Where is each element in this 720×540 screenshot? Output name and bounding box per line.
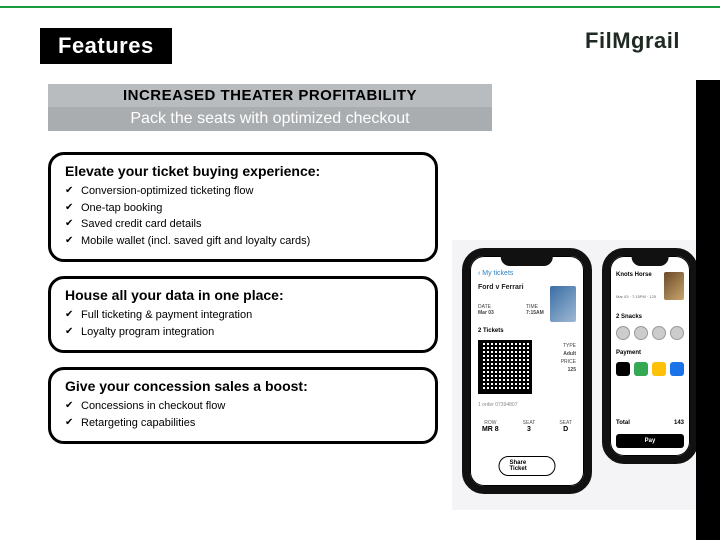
phone-notch bbox=[501, 256, 553, 266]
slide-accent-bar bbox=[696, 80, 720, 540]
pay-icon bbox=[634, 362, 648, 376]
banner-subtitle: Pack the seats with optimized checkout bbox=[48, 107, 492, 131]
snack-avatars bbox=[616, 326, 684, 340]
pay-button: Pay bbox=[616, 434, 684, 448]
feature-cards: Elevate your ticket buying experience: C… bbox=[48, 152, 438, 458]
top-rule bbox=[0, 6, 720, 8]
card-title: Give your concession sales a boost: bbox=[65, 378, 421, 394]
poster-thumbnail bbox=[550, 286, 576, 322]
section-banner: INCREASED THEATER PROFITABILITY Pack the… bbox=[48, 84, 492, 131]
card-bullet: One-tap booking bbox=[65, 200, 421, 217]
datetime-row: Mar 03 · 7:15PM · 125 bbox=[616, 294, 656, 299]
card-bullet: Full ticketing & payment integration bbox=[65, 307, 421, 324]
feature-card: Elevate your ticket buying experience: C… bbox=[48, 152, 438, 262]
brand-logo: FilMgrail bbox=[585, 28, 680, 54]
payment-label: Payment bbox=[616, 350, 641, 356]
card-title: Elevate your ticket buying experience: bbox=[65, 163, 421, 179]
pay-icon bbox=[616, 362, 630, 376]
back-link: My tickets bbox=[478, 270, 513, 277]
feature-card: Give your concession sales a boost: Conc… bbox=[48, 367, 438, 444]
seat-row: ROWMR 8 SEAT3 SEATD bbox=[470, 420, 584, 433]
card-bullet: Retargeting capabilities bbox=[65, 415, 421, 432]
features-tag: Features bbox=[40, 28, 172, 64]
order-number: 1 order 07394807 bbox=[478, 402, 517, 408]
phone-ticket: My tickets Ford v Ferrari DATEMar 03 TIM… bbox=[462, 248, 592, 494]
payment-icons bbox=[616, 362, 684, 376]
card-bullet: Concessions in checkout flow bbox=[65, 398, 421, 415]
phone-checkout: Knots Horse Mar 03 · 7:15PM · 125 2 Snac… bbox=[602, 248, 698, 464]
feature-card: House all your data in one place: Full t… bbox=[48, 276, 438, 353]
qr-code bbox=[478, 340, 532, 394]
movie-title: Ford v Ferrari bbox=[478, 284, 524, 291]
poster-thumbnail bbox=[664, 272, 684, 300]
ticket-info: TYPEAdult PRICE125 bbox=[561, 342, 576, 374]
share-button: Share Ticket bbox=[499, 456, 556, 476]
card-title: House all your data in one place: bbox=[65, 287, 421, 303]
banner-title: INCREASED THEATER PROFITABILITY bbox=[48, 84, 492, 107]
snacks-label: 2 Snacks bbox=[616, 314, 642, 320]
total-row: Total143 bbox=[616, 420, 684, 426]
card-bullet: Conversion-optimized ticketing flow bbox=[65, 183, 421, 200]
pay-icon bbox=[670, 362, 684, 376]
phone-mockups: My tickets Ford v Ferrari DATEMar 03 TIM… bbox=[452, 240, 702, 510]
tickets-count: 2 Tickets bbox=[478, 328, 504, 334]
card-bullet: Saved credit card details bbox=[65, 216, 421, 233]
card-bullet: Loyalty program integration bbox=[65, 324, 421, 341]
phone-notch bbox=[632, 256, 669, 266]
pay-icon bbox=[652, 362, 666, 376]
card-bullet: Mobile wallet (incl. saved gift and loya… bbox=[65, 233, 421, 250]
movie-title: Knots Horse bbox=[616, 272, 652, 278]
